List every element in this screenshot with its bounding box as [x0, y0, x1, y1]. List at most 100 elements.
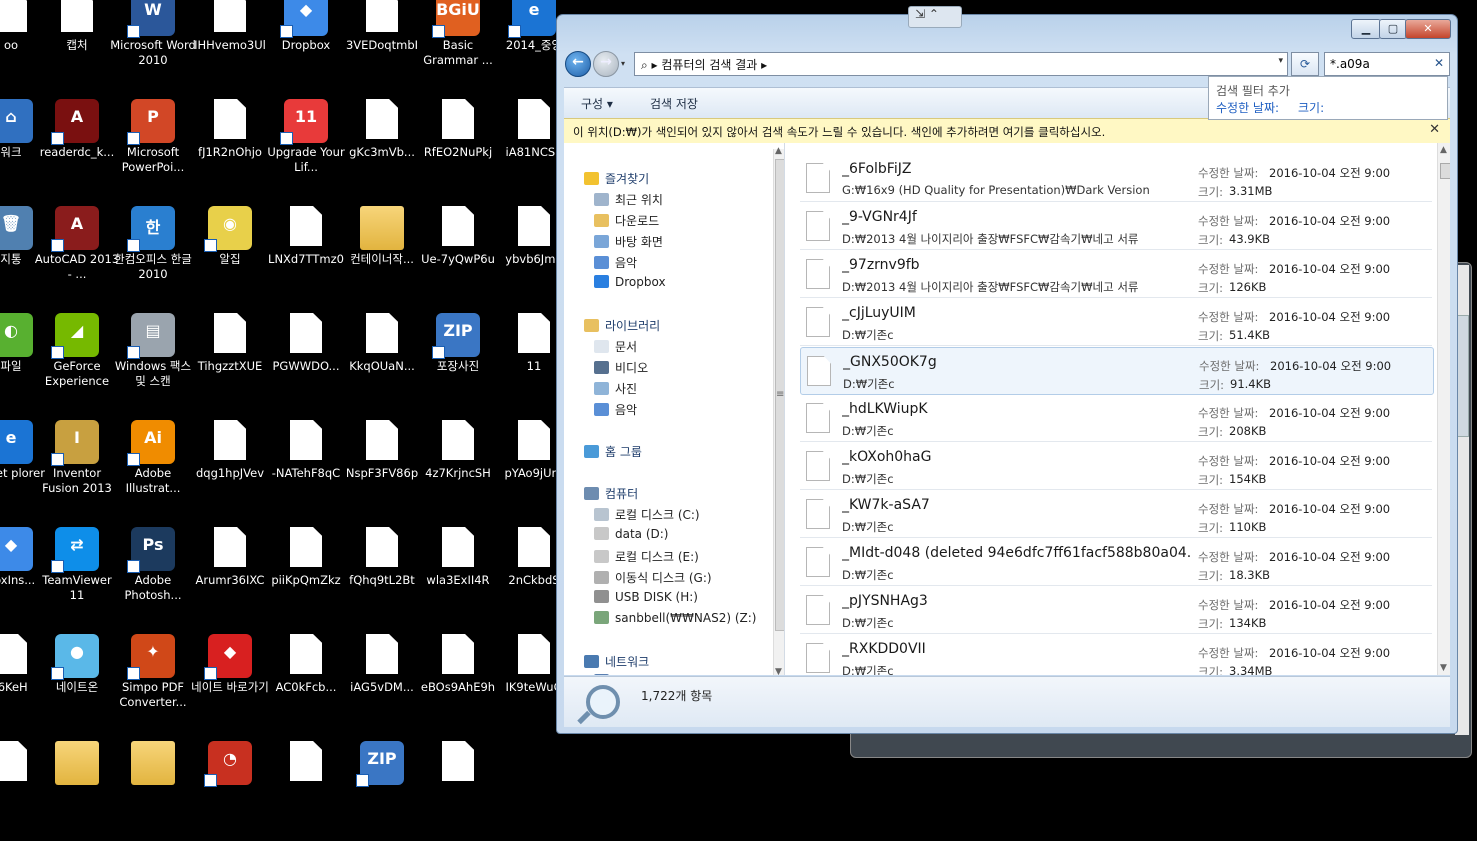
file-name[interactable]: _cJjLuyUIM [842, 305, 1192, 321]
nav-fav-item[interactable]: 다운로드 [594, 212, 659, 229]
desktop-icon[interactable]: wla3ExII4R [415, 527, 501, 627]
history-dropdown-button[interactable]: ▾ [621, 59, 625, 68]
nav-drive[interactable]: data (D:) [594, 527, 669, 541]
file-row[interactable]: _pJYSNHAg3 D:₩기존c 수정한 날짜: 2016-10-04 오전 9:0… [800, 587, 1432, 634]
file-name[interactable]: _RXKDD0VII [842, 641, 1192, 657]
nav-lib-item[interactable]: 음악 [594, 401, 637, 418]
nav-lib-item[interactable]: 비디오 [594, 359, 648, 376]
save-search-button[interactable]: 검색 저장 [650, 95, 698, 112]
desktop-icon[interactable]: I Inventor Fusion 2013 [34, 420, 120, 520]
nav-libraries[interactable]: 라이브러리 [584, 317, 660, 334]
file-name[interactable]: _9-VGNr4Jf [842, 209, 1192, 225]
file-row[interactable]: _9-VGNr4Jf D:₩2013 4월 나이지리아 출장₩FSFC₩감속기₩네… [800, 203, 1432, 250]
filter-modified-date[interactable]: 수정한 날짜: [1216, 99, 1279, 116]
clear-search-icon[interactable]: ✕ [1434, 56, 1444, 70]
desktop-icon[interactable]: piiKpQmZkz [263, 527, 349, 627]
desktop-icon[interactable]: W Microsoft Word 2010 [110, 0, 196, 92]
nav-homegroup[interactable]: 홈 그룹 [584, 443, 642, 460]
desktop-icon[interactable]: ● 네이트온 [34, 634, 120, 734]
nav-fav-item[interactable]: 최근 위치 [594, 191, 663, 208]
desktop-icon[interactable]: fJ1R2nOhjo [187, 99, 273, 199]
scroll-up-icon[interactable]: ▲ [1440, 145, 1447, 155]
nav-drive[interactable]: 이동식 디스크 (G:) [594, 569, 712, 586]
nav-network-item[interactable]: JOO-PC [594, 674, 658, 675]
file-row[interactable]: _GNX50OK7g D:₩기존c 수정한 날짜: 2016-10-04 오전 9:0… [800, 347, 1434, 395]
file-name[interactable]: _GNX50OK7g [843, 354, 1193, 370]
desktop-icon[interactable]: ⇄ TeamViewer 11 [34, 527, 120, 627]
nav-drive[interactable]: sanbbell(₩₩NAS2) (Z:) [594, 611, 756, 625]
info-message[interactable]: 이 위치(D:₩)가 색인되어 있지 않아서 검색 속도가 느릴 수 있습니다.… [573, 124, 1105, 140]
desktop-icon[interactable]: AC0kFcb... [263, 634, 349, 734]
file-row[interactable]: _RXKDD0VII D:₩기존c 수정한 날짜: 2016-10-04 오전 9:0… [800, 635, 1432, 675]
desktop-icon[interactable]: ✦ Simpo PDF Converter... [110, 634, 196, 734]
desktop-icon[interactable]: P Microsoft PowerPoi... [110, 99, 196, 199]
desktop-icon[interactable]: Ps Adobe Photosh... [110, 527, 196, 627]
desktop-icon[interactable]: KkqOUaN... [339, 313, 425, 413]
breadcrumb[interactable]: ⌕ ▸ 컴퓨터의 검색 결과 ▸ [641, 56, 767, 73]
desktop-icon[interactable]: Ue-7yQwP6u [415, 206, 501, 306]
window-snap-controls[interactable]: ⇲ ⌃ [908, 6, 962, 28]
index-info-bar[interactable]: 이 위치(D:₩)가 색인되어 있지 않아서 검색 속도가 느릴 수 있습니다.… [564, 118, 1450, 144]
desktop-icon[interactable]: dqg1hpJVev [187, 420, 273, 520]
nav-favorites[interactable]: 즐겨찾기 [584, 170, 649, 187]
nav-computer[interactable]: 컴퓨터 [584, 485, 638, 502]
file-name[interactable]: _hdLKWiupK [842, 401, 1192, 417]
desktop-icon[interactable]: eBOs9AhE9h [415, 634, 501, 734]
file-row[interactable]: _6FolbFiJZ G:₩16x9 (HD Quality for Presen… [800, 155, 1432, 202]
desktop-icon[interactable]: Arumr36IXC [187, 527, 273, 627]
desktop-icon[interactable]: ZIP 포장사진 [415, 313, 501, 413]
search-input[interactable]: *.a09a ✕ [1324, 52, 1450, 76]
desktop-icon[interactable]: ◉ 알집 [187, 206, 273, 306]
file-name[interactable]: _kOXoh0haG [842, 449, 1192, 465]
file-row[interactable]: _cJjLuyUIM D:₩기존c 수정한 날짜: 2016-10-04 오전 9:0… [800, 299, 1432, 346]
desktop-icon[interactable]: LNXd7TTmz0 [263, 206, 349, 306]
file-row[interactable]: _97zrnv9fb D:₩2013 4월 나이지리아 출장₩FSFC₩감속기₩네… [800, 251, 1432, 298]
desktop-icon[interactable]: 11 Upgrade Your Lif... [263, 99, 349, 199]
nav-scrollbar[interactable]: ▲ ≡ ▼ [773, 146, 784, 675]
scroll-down-icon[interactable]: ▼ [1440, 663, 1447, 673]
results-scrollbar[interactable]: ▲ ▼ [1437, 143, 1450, 675]
desktop-icon[interactable]: A AutoCAD 2013 - ... [34, 206, 120, 306]
desktop-icon[interactable]: NspF3FV86p [339, 420, 425, 520]
nav-drive[interactable]: USB DISK (H:) [594, 590, 698, 604]
nav-fav-item[interactable]: 바탕 화면 [594, 233, 663, 250]
scroll-thumb[interactable] [1457, 315, 1469, 437]
nav-network[interactable]: 네트워크 [584, 653, 649, 670]
organize-button[interactable]: 구성 ▾ [581, 95, 613, 112]
nav-fav-item[interactable]: Dropbox [594, 275, 666, 289]
desktop-icon[interactable]: PGWWDO... [263, 313, 349, 413]
desktop-icon[interactable]: ◢ GeForce Experience [34, 313, 120, 413]
nav-lib-item[interactable]: 사진 [594, 380, 637, 397]
scroll-down-icon[interactable]: ▼ [775, 667, 782, 675]
desktop-icon[interactable]: Areaderdc_k... [34, 99, 120, 199]
refresh-button[interactable]: ⟳ [1291, 52, 1319, 76]
desktop-icon[interactable]: 캡처 [34, 0, 120, 92]
desktop-icon[interactable]: ◆ 네이트 바로가기 [187, 634, 273, 734]
desktop-icon[interactable]: ZIP [339, 741, 425, 841]
desktop-icon[interactable]: IHHvemo3Ul [187, 0, 273, 92]
file-row[interactable]: _hdLKWiupK D:₩기존c 수정한 날짜: 2016-10-04 오전 9:0… [800, 395, 1432, 442]
maximize-button[interactable]: ▢ [1379, 19, 1407, 39]
file-name[interactable]: _pJYSNHAg3 [842, 593, 1192, 609]
desktop-icon[interactable] [415, 741, 501, 841]
file-name[interactable]: _6FolbFiJZ [842, 161, 1192, 177]
desktop-icon[interactable]: RfEO2NuPkj [415, 99, 501, 199]
file-name[interactable]: _MIdt-d048 (deleted 94e6dfc7ff61facf588b… [842, 545, 1192, 561]
desktop-icon[interactable]: gKc3mVb... [339, 99, 425, 199]
file-name[interactable]: _97zrnv9fb [842, 257, 1192, 273]
search-query[interactable]: *.a09a [1330, 57, 1370, 71]
scroll-up-icon[interactable]: ▲ [775, 146, 782, 156]
desktop-icon[interactable] [34, 741, 120, 841]
scroll-thumb[interactable] [1440, 163, 1450, 179]
desktop-icon[interactable]: ◆ Dropbox [263, 0, 349, 92]
file-row[interactable]: _KW7k-aSA7 D:₩기존c 수정한 날짜: 2016-10-04 오전 9:0… [800, 491, 1432, 538]
nav-fav-item[interactable]: 음악 [594, 254, 637, 271]
file-name[interactable]: _KW7k-aSA7 [842, 497, 1192, 513]
file-row[interactable]: _kOXoh0haG D:₩기존c 수정한 날짜: 2016-10-04 오전 9:0… [800, 443, 1432, 490]
address-bar[interactable]: ⌕ ▸ 컴퓨터의 검색 결과 ▸ ▾ [634, 52, 1288, 76]
desktop-icon[interactable]: ▤ Windows 팩스 및 스캔 [110, 313, 196, 413]
close-button[interactable]: ✕ [1405, 19, 1451, 39]
desktop-icon[interactable]: 4z7KrjncSH [415, 420, 501, 520]
desktop-icon[interactable]: fQhq9tL2Bt [339, 527, 425, 627]
nav-drive[interactable]: 로컬 디스크 (E:) [594, 548, 699, 565]
